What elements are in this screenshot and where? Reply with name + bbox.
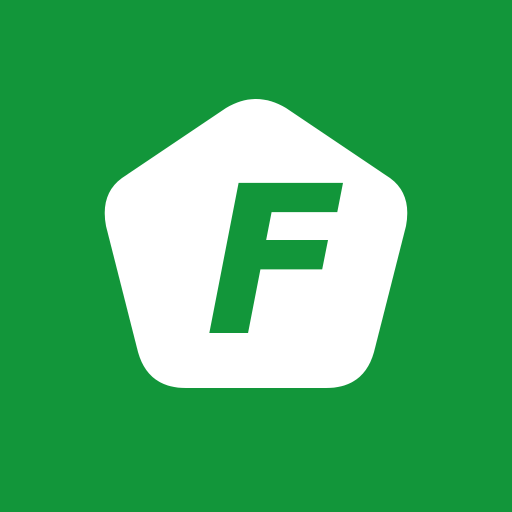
app-icon: F xyxy=(0,0,512,512)
logo-letter: F xyxy=(205,142,346,382)
